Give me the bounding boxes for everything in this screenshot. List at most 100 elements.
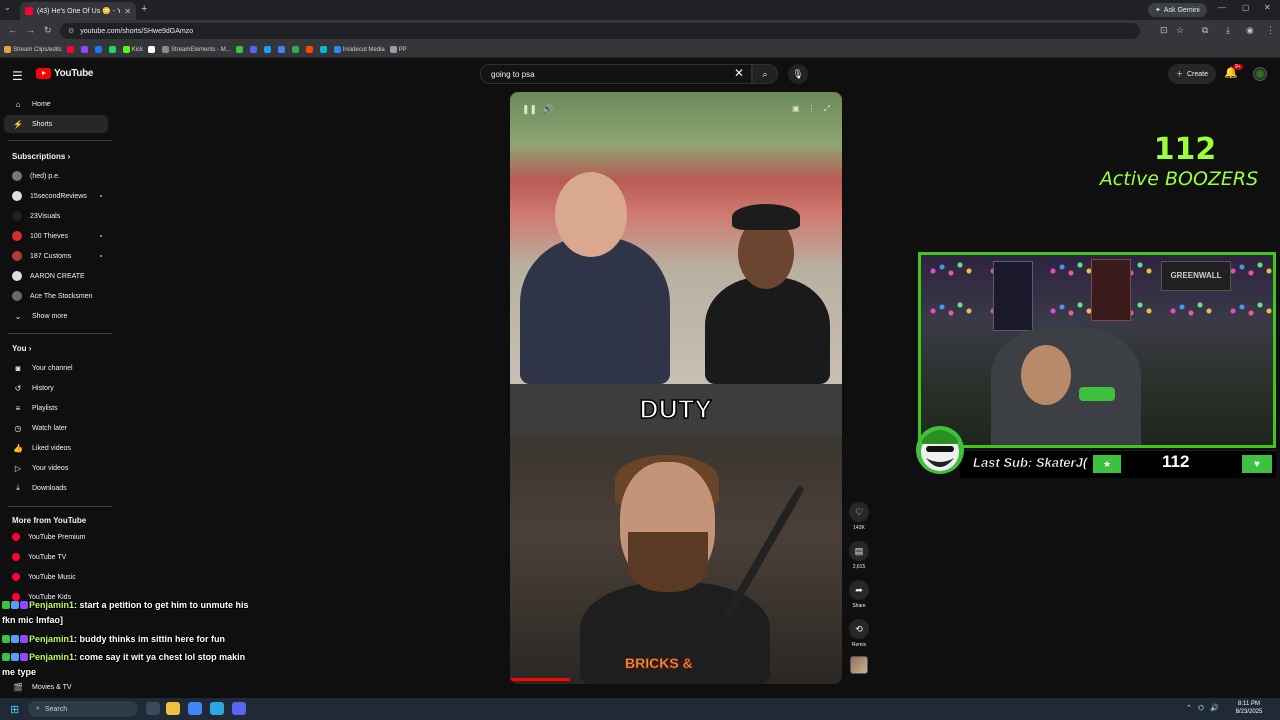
sidebar-item-subscription[interactable]: AARON CREATE: [4, 267, 108, 285]
bookmark-item[interactable]: [249, 46, 259, 53]
more-options-icon[interactable]: ⋮: [808, 104, 816, 114]
fullscreen-icon[interactable]: ⤢: [824, 104, 830, 114]
sound-thumbnail[interactable]: [850, 656, 868, 674]
install-app-icon[interactable]: ⊡: [1160, 25, 1168, 36]
show-more-button[interactable]: ⌄ Show more: [4, 307, 108, 325]
sidebar-item-subscription[interactable]: Ace The Stocksmen: [4, 287, 108, 305]
pause-icon[interactable]: ❚❚ 🔊: [522, 104, 553, 115]
telegram-icon[interactable]: [210, 702, 224, 715]
sidebar-item-history[interactable]: ↺ History: [4, 379, 108, 397]
bookmark-item[interactable]: Kick: [122, 46, 143, 53]
youtube-logo[interactable]: YouTube: [36, 68, 94, 79]
browser-tab-active[interactable]: (43) He's One Of Us 😳 - Y ✕: [20, 2, 136, 20]
sidebar-item-youtube-tv[interactable]: YouTube TV: [4, 548, 108, 566]
bookmark-item[interactable]: [66, 46, 76, 53]
sidebar-item-label: 100 Thieves: [30, 232, 69, 240]
bookmark-item[interactable]: Stream Clips/edits: [4, 46, 62, 53]
sidebar-item-your-videos[interactable]: ▷ Your videos: [4, 459, 108, 477]
sidebar-item-youtube-premium[interactable]: YouTube Premium: [4, 528, 108, 546]
menu-icon[interactable]: ☰: [12, 69, 23, 83]
search-button[interactable]: ⌕: [752, 64, 778, 84]
bookmark-item[interactable]: [277, 46, 287, 53]
bookmark-item[interactable]: [235, 46, 245, 53]
clear-search-icon[interactable]: ✕: [734, 66, 744, 80]
movies-icon: 🎬: [13, 682, 23, 692]
bookmark-item[interactable]: [291, 46, 301, 53]
sidebar-item-your-channel[interactable]: ◙ Your channel: [4, 359, 108, 377]
sidebar-item-playlists[interactable]: ≡ Playlists: [4, 399, 108, 417]
you-heading[interactable]: You ›: [12, 344, 31, 353]
extensions-icon[interactable]: ⧉: [1202, 25, 1208, 36]
browser-menu-icon[interactable]: ⋮: [1266, 25, 1275, 36]
tray-chevron-icon[interactable]: ⌃: [1186, 704, 1192, 712]
bookmark-item[interactable]: [263, 46, 273, 53]
shorts-video-player[interactable]: DUTY BRICKS & ❚❚ 🔊 ▣ ⋮ ⤢: [510, 92, 842, 684]
subscriptions-heading[interactable]: Subscriptions ›: [12, 152, 70, 161]
close-window-button[interactable]: ✕: [1264, 3, 1271, 12]
comments-button[interactable]: ▤ 2,615: [848, 541, 870, 570]
sidebar-item-shorts[interactable]: ⚡ Shorts: [4, 115, 108, 133]
task-view-icon[interactable]: [146, 702, 160, 715]
ask-gemini-button[interactable]: ✦ Ask Gemini: [1148, 3, 1207, 17]
sidebar-item-home[interactable]: ⌂ Home: [4, 95, 108, 113]
chat-badge-icon: [20, 635, 28, 643]
sidebar-item-youtube-music[interactable]: YouTube Music: [4, 568, 108, 586]
maximize-window-button[interactable]: ▢: [1242, 3, 1250, 12]
sidebar-item-subscription[interactable]: 23Visuals: [4, 207, 108, 225]
bookmark-item[interactable]: [80, 46, 90, 53]
new-tab-button[interactable]: +: [141, 3, 147, 15]
person-right-cap: [732, 204, 800, 230]
bookmark-favicon-icon: [263, 46, 271, 53]
heart-icon: ♡: [849, 502, 869, 522]
file-explorer-icon[interactable]: [166, 702, 180, 715]
network-icon[interactable]: ⌬: [1198, 704, 1204, 712]
forward-button[interactable]: →: [26, 25, 35, 35]
tab-title: (43) He's One Of Us 😳 - Y: [37, 8, 121, 15]
sidebar-item-subscription[interactable]: 15secondReviews: [4, 187, 108, 205]
sidebar-item-label: Your channel: [32, 364, 73, 372]
volume-icon[interactable]: 🔊: [1210, 704, 1219, 712]
captions-icon[interactable]: ▣: [792, 104, 800, 114]
search-input[interactable]: going to psa: [480, 64, 752, 84]
bookmark-item[interactable]: [94, 46, 104, 53]
tab-search-icon[interactable]: ⌄: [4, 3, 11, 12]
bookmark-item[interactable]: Insidecut Media: [333, 46, 385, 53]
bookmark-item[interactable]: PP: [389, 46, 407, 53]
downloads-icon[interactable]: ⤓: [1226, 25, 1230, 36]
address-bar[interactable]: ⚙ youtube.com/shorts/SHwe9dGAmzo: [60, 23, 1140, 39]
account-avatar[interactable]: [1253, 67, 1267, 81]
sidebar-item-subscription[interactable]: (hed) p.e.: [4, 167, 108, 185]
back-button[interactable]: ←: [8, 25, 17, 35]
bookmark-item[interactable]: [319, 46, 329, 53]
voice-search-button[interactable]: 🎙: [788, 64, 808, 84]
taskbar-search[interactable]: ⌕ Search: [28, 701, 138, 717]
sidebar-item-movies-tv[interactable]: 🎬 Movies & TV: [4, 678, 108, 696]
sidebar-item-subscription[interactable]: 100 Thieves: [4, 227, 108, 245]
bookmark-item[interactable]: [148, 46, 157, 53]
system-clock[interactable]: 8:11 PM 8/23/2025: [1226, 700, 1272, 716]
sidebar-item-subscription[interactable]: 187 Customs: [4, 247, 108, 265]
video-progress-bar[interactable]: [510, 678, 570, 681]
chrome-icon[interactable]: [188, 702, 202, 715]
create-button[interactable]: ＋ Create: [1168, 64, 1217, 84]
more-from-youtube-heading: More from YouTube: [12, 516, 87, 525]
discord-icon[interactable]: [232, 702, 246, 715]
sidebar-item-downloads[interactable]: ⤓ Downloads: [4, 479, 108, 497]
close-tab-icon[interactable]: ✕: [124, 7, 131, 16]
bookmark-star-icon[interactable]: ☆: [1176, 25, 1184, 36]
bookmark-item[interactable]: [305, 46, 315, 53]
sidebar-item-liked-videos[interactable]: 👍 Liked videos: [4, 439, 108, 457]
bookmark-favicon-icon: [389, 46, 397, 53]
reload-button[interactable]: ↻: [44, 25, 52, 36]
profile-icon[interactable]: ◉: [1246, 25, 1254, 36]
bookmark-item[interactable]: StreamElements - M...: [162, 46, 231, 53]
url-text: youtube.com/shorts/SHwe9dGAmzo: [80, 27, 194, 35]
windows-start-icon[interactable]: ⊞: [10, 703, 19, 716]
sidebar-item-watch-later[interactable]: ◷ Watch later: [4, 419, 108, 437]
remix-button[interactable]: ⟲ Remix: [848, 619, 870, 648]
minimize-window-button[interactable]: —: [1218, 3, 1226, 12]
bookmark-item[interactable]: [108, 46, 118, 53]
site-info-icon[interactable]: ⚙: [68, 27, 74, 35]
share-button[interactable]: ➦ Share: [848, 580, 870, 609]
like-button[interactable]: ♡ 142K: [848, 502, 870, 531]
